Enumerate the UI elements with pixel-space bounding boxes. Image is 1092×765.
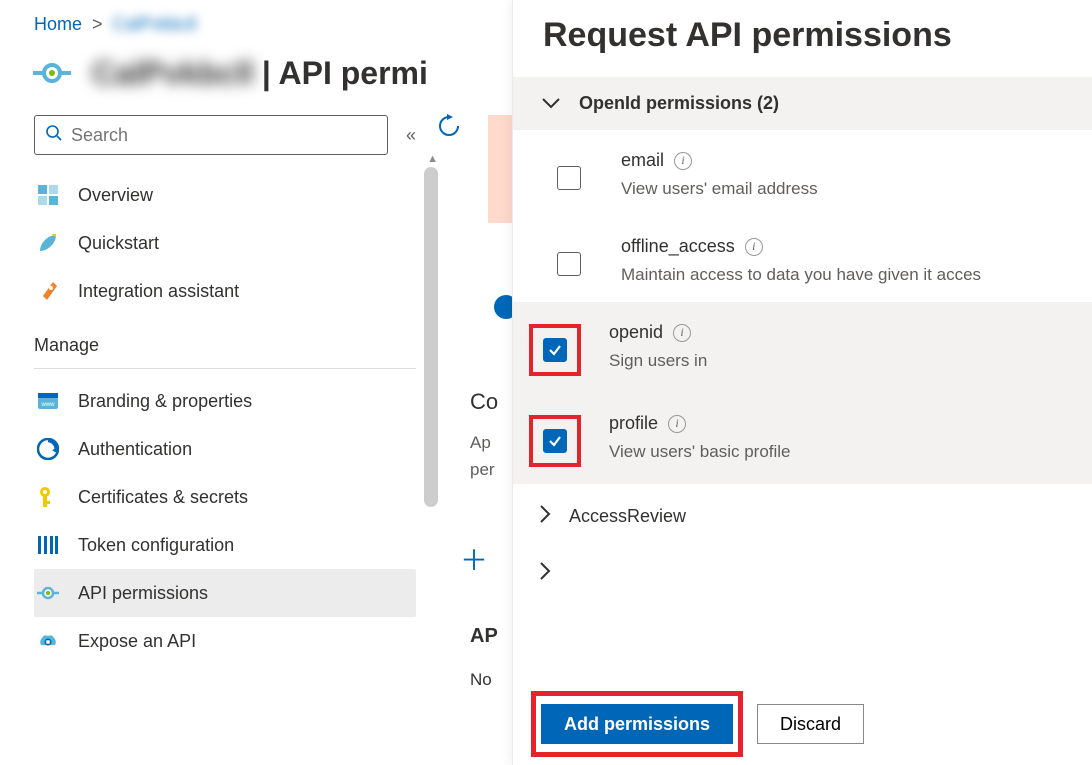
- collapse-sidebar-icon[interactable]: «: [406, 125, 416, 146]
- nav-certificates[interactable]: Certificates & secrets: [34, 473, 416, 521]
- checkbox-email[interactable]: [557, 166, 581, 190]
- breadcrumb-app-name[interactable]: CalPvkbcll: [113, 14, 197, 35]
- authentication-icon: [34, 435, 62, 463]
- divider: [34, 368, 416, 369]
- chevron-right-icon: [539, 504, 551, 529]
- manage-section-header: Manage: [34, 315, 416, 364]
- collapsed-section[interactable]: [513, 549, 1092, 593]
- permission-email: email i View users' email address: [513, 130, 1092, 216]
- app-registration-icon: [28, 49, 76, 97]
- checkbox-openid[interactable]: [543, 338, 567, 362]
- key-icon: [34, 483, 62, 511]
- request-permissions-panel: Request API permissions OpenId permissio…: [512, 0, 1092, 765]
- nav-token-configuration[interactable]: Token configuration: [34, 521, 416, 569]
- add-permissions-button[interactable]: Add permissions: [541, 704, 733, 744]
- nav-label: Certificates & secrets: [78, 487, 248, 508]
- perm-desc: Maintain access to data you have given i…: [621, 265, 981, 285]
- branding-icon: www: [34, 387, 62, 415]
- token-icon: [34, 531, 62, 559]
- chevron-right-icon: [539, 561, 551, 581]
- nav-label: Expose an API: [78, 631, 196, 652]
- sidebar: « ▲ Overview Quickstart Int: [34, 115, 416, 665]
- api-permissions-icon: [34, 579, 62, 607]
- nav-overview[interactable]: Overview: [34, 171, 416, 219]
- nav-label: Token configuration: [78, 535, 234, 556]
- perm-desc: Sign users in: [609, 351, 707, 371]
- svg-text:www: www: [41, 402, 56, 408]
- nav-label: Overview: [78, 185, 153, 206]
- openid-group-header[interactable]: OpenId permissions (2): [513, 77, 1092, 130]
- highlight-box: Add permissions: [531, 691, 743, 757]
- nav-api-permissions[interactable]: API permissions: [34, 569, 416, 617]
- perm-desc: View users' basic profile: [609, 442, 791, 462]
- panel-footer: Add permissions Discard: [513, 679, 1092, 765]
- perm-desc: View users' email address: [621, 179, 818, 199]
- permission-openid: openid i Sign users in: [513, 302, 1092, 393]
- panel-title: Request API permissions: [513, 0, 1092, 77]
- nav-integration-assistant[interactable]: Integration assistant: [34, 267, 416, 315]
- refresh-icon[interactable]: [436, 113, 462, 146]
- expose-api-icon: [34, 627, 62, 655]
- permission-offline-access: offline_access i Maintain access to data…: [513, 216, 1092, 302]
- group-label: OpenId permissions (2): [579, 93, 779, 114]
- quickstart-icon: [34, 229, 62, 257]
- perm-name: offline_access i: [621, 236, 981, 257]
- nav-label: Integration assistant: [78, 281, 239, 302]
- chevron-down-icon: [541, 93, 561, 114]
- overview-icon: [34, 181, 62, 209]
- info-icon[interactable]: i: [668, 415, 686, 433]
- search-icon: [45, 124, 63, 147]
- info-icon[interactable]: i: [673, 324, 691, 342]
- checkbox-offline[interactable]: [557, 252, 581, 276]
- nav-expose-api[interactable]: Expose an API: [34, 617, 416, 665]
- info-icon[interactable]: i: [745, 238, 763, 256]
- nav-label: API permissions: [78, 583, 208, 604]
- checkbox-profile[interactable]: [543, 429, 567, 453]
- nav-branding[interactable]: www Branding & properties: [34, 377, 416, 425]
- nav-quickstart[interactable]: Quickstart: [34, 219, 416, 267]
- search-box[interactable]: [34, 115, 388, 155]
- access-review-section[interactable]: AccessReview: [513, 484, 1092, 549]
- nav-label: Quickstart: [78, 233, 159, 254]
- perm-name: openid i: [609, 322, 707, 343]
- rocket-icon: [34, 277, 62, 305]
- breadcrumb-home[interactable]: Home: [34, 14, 82, 35]
- info-icon[interactable]: i: [674, 152, 692, 170]
- nav-label: Authentication: [78, 439, 192, 460]
- perm-name: profile i: [609, 413, 791, 434]
- perm-name: email i: [621, 150, 818, 171]
- discard-button[interactable]: Discard: [757, 704, 864, 744]
- search-input[interactable]: [71, 125, 377, 146]
- page-title: CalPvkbcll | API permi: [92, 55, 428, 92]
- highlight-box: [529, 415, 581, 467]
- breadcrumb-separator: >: [92, 14, 103, 35]
- nav-label: Branding & properties: [78, 391, 252, 412]
- highlight-box: [529, 324, 581, 376]
- permission-profile: profile i View users' basic profile: [513, 393, 1092, 484]
- nav-authentication[interactable]: Authentication: [34, 425, 416, 473]
